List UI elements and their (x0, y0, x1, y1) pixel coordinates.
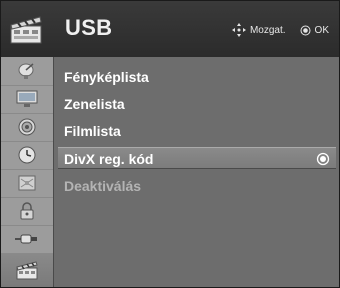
ok-circle-icon (316, 152, 330, 166)
usb-menu-screen: USB Mozgat. OK Fényképlista Zenelista Fi… (0, 0, 340, 288)
sidebar-item-input[interactable] (1, 225, 53, 254)
sidebar-item-audio[interactable] (1, 113, 53, 142)
speaker-icon (17, 117, 37, 137)
menu-item-movie-list[interactable]: Filmlista (58, 120, 336, 142)
menu-item-divx-reg-code[interactable]: DivX reg. kód (58, 147, 336, 169)
usb-menu-list: Fényképlista Zenelista Filmlista DivX re… (54, 57, 339, 287)
sidebar-item-usb[interactable] (1, 253, 53, 287)
header-bar: USB Mozgat. OK (1, 1, 339, 57)
abstract-option-icon (17, 173, 37, 193)
menu-item-photo-list[interactable]: Fényképlista (58, 66, 336, 88)
connector-plug-icon (15, 232, 39, 246)
dpad-arrows-icon (231, 23, 246, 37)
menu-item-label: Deaktiválás (64, 178, 142, 194)
menu-item-music-list[interactable]: Zenelista (58, 93, 336, 115)
ok-circle-icon (300, 25, 311, 36)
sidebar-item-option[interactable] (1, 169, 53, 198)
menu-item-label: Fényképlista (64, 69, 149, 85)
sidebar-item-time[interactable] (1, 141, 53, 170)
menu-item-deactivation: Deaktiválás (58, 175, 336, 197)
page-title: USB (65, 15, 113, 40)
hint-ok-label: OK (314, 24, 329, 36)
lock-icon (18, 201, 36, 221)
menu-item-label: DivX reg. kód (64, 151, 154, 167)
sidebar-item-channel[interactable] (1, 57, 53, 86)
key-hint: Mozgat. OK (231, 23, 329, 37)
category-sidebar (1, 57, 54, 287)
usb-clapperboard-icon (7, 11, 45, 49)
menu-item-label: Zenelista (64, 96, 125, 112)
clock-icon (17, 145, 37, 165)
sidebar-item-lock[interactable] (1, 197, 53, 226)
sidebar-item-picture[interactable] (1, 85, 53, 114)
usb-clapperboard-icon (16, 260, 38, 280)
hint-move-label: Mozgat. (249, 24, 286, 36)
menu-item-label: Filmlista (64, 123, 121, 139)
monitor-icon (16, 90, 38, 108)
satellite-dish-icon (17, 61, 37, 81)
